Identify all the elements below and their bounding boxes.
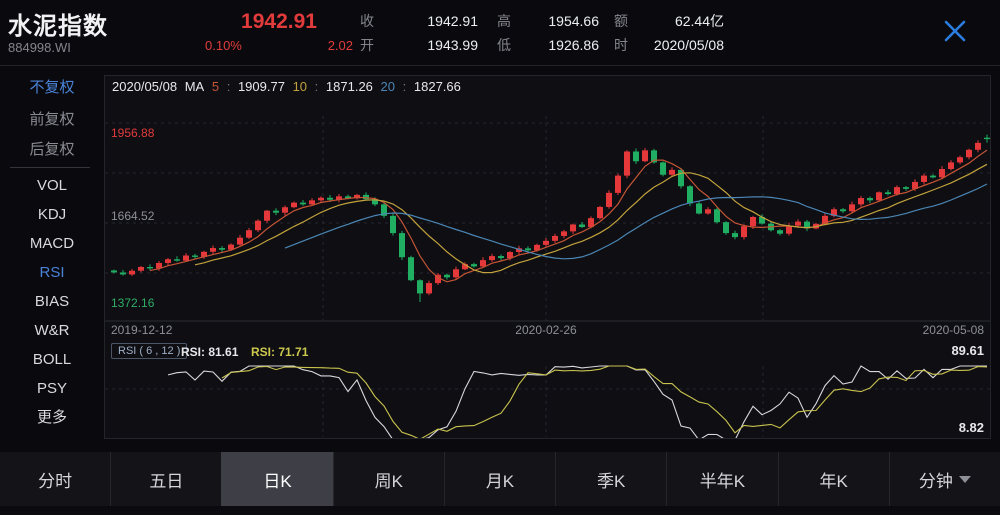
stat-value: 2020/05/08 xyxy=(653,37,724,53)
sidebar-item-psy[interactable]: PSY xyxy=(0,376,104,402)
tab-label: 日K xyxy=(263,471,292,491)
stat-label: 开 xyxy=(360,37,374,53)
stat-label: 收 xyxy=(360,13,374,29)
rsi-scale-min: 8.82 xyxy=(958,420,984,435)
sidebar-divider xyxy=(10,167,90,168)
sidebar-item-more[interactable]: 更多 xyxy=(0,405,104,431)
sidebar-item-wr[interactable]: W&R xyxy=(0,318,104,344)
sidebar-item-vol[interactable]: VOL xyxy=(0,173,104,199)
index-title: 水泥指数 xyxy=(8,13,108,40)
cursor-date: 2020/05/08 xyxy=(112,79,178,94)
ma20-period: 20 xyxy=(380,79,395,94)
stat-value: 62.44亿 xyxy=(674,13,724,29)
x-axis-date-right: 2020-05-08 xyxy=(922,323,984,337)
stat-value: 1943.99 xyxy=(427,37,478,53)
period-tabbar: 分时 五日 日K 周K 月K 季K 半年K 年K 分钟 xyxy=(0,452,1000,506)
tab-label: 季K xyxy=(597,471,626,491)
current-price: 1942.91 xyxy=(241,10,317,33)
stock-app-window: 水泥指数 884998.WI 1942.91 0.10% 2.02 收 1942.… xyxy=(0,0,1000,515)
change-value: 2.02 xyxy=(327,38,353,53)
ma-sep: : xyxy=(226,79,231,94)
sidebar-item-boll[interactable]: BOLL xyxy=(0,347,104,373)
tab-label: 分钟 xyxy=(918,471,953,491)
ma10-value: 1871.26 xyxy=(325,79,373,94)
sidebar-item-macd[interactable]: MACD xyxy=(0,231,104,257)
tab-label: 五日 xyxy=(149,471,184,491)
sidebar-item-kdj[interactable]: KDJ xyxy=(0,202,104,228)
stat-label: 高 xyxy=(497,13,511,29)
x-axis-date-center: 2020-02-26 xyxy=(515,323,577,337)
sidebar-item-fwd-adjust[interactable]: 前复权 xyxy=(0,107,104,133)
tab-weekly-k[interactable]: 周K xyxy=(332,452,444,506)
ma5-value: 1909.77 xyxy=(237,79,285,94)
tabbar-bottom-strip xyxy=(0,506,1000,515)
rsi6-value: RSI: 81.61 xyxy=(181,345,239,359)
tab-five-day[interactable]: 五日 xyxy=(110,452,221,506)
stats-amount-time: 额 62.44亿 时 2020/05/08 xyxy=(614,9,724,57)
tab-minute-line[interactable]: 分时 xyxy=(0,452,110,506)
sidebar-item-back-adjust[interactable]: 后复权 xyxy=(0,137,104,163)
y-axis-label-mid: 1664.52 xyxy=(111,209,155,223)
change-percent: 0.10% xyxy=(205,38,242,53)
ma-sep: : xyxy=(402,79,407,94)
rsi-scale-max: 89.61 xyxy=(951,343,984,358)
kline-chart-canvas[interactable] xyxy=(105,76,990,438)
ma-label: MA xyxy=(184,79,205,94)
y-axis-label-low: 1372.16 xyxy=(111,296,155,310)
index-code: 884998.WI xyxy=(8,40,71,55)
stat-value: 1942.91 xyxy=(427,13,478,29)
tab-monthly-k[interactable]: 月K xyxy=(443,452,555,506)
tab-quarterly-k[interactable]: 季K xyxy=(555,452,666,506)
price-block: 1942.91 0.10% 2.02 xyxy=(203,10,355,53)
stats-high-low: 高 1954.66 低 1926.86 xyxy=(497,9,599,57)
tab-daily-k[interactable]: 日K xyxy=(221,452,333,506)
ma5-period: 5 xyxy=(211,79,220,94)
sidebar-item-no-adjust[interactable]: 不复权 xyxy=(0,75,104,101)
rsi-params-button[interactable]: RSI ( 6 , 12 ) xyxy=(111,343,188,359)
sidebar-item-bias[interactable]: BIAS xyxy=(0,289,104,315)
tab-label: 分时 xyxy=(38,471,73,491)
ma10-period: 10 xyxy=(292,79,308,94)
tab-yearly-k[interactable]: 年K xyxy=(777,452,889,506)
header: 水泥指数 884998.WI 1942.91 0.10% 2.02 收 1942.… xyxy=(0,0,1000,66)
stats-close-open: 收 1942.91 开 1943.99 xyxy=(360,9,478,57)
tab-label: 周K xyxy=(374,471,403,491)
chart-panel: 2020/05/08 MA 5 : 1909.77 10 : 1871.26 2… xyxy=(104,75,991,439)
ma-sep: : xyxy=(314,79,319,94)
y-axis-label-high: 1956.88 xyxy=(111,126,155,140)
stat-label: 额 xyxy=(614,13,628,29)
tab-label: 半年K xyxy=(699,471,746,491)
stat-value: 1954.66 xyxy=(548,13,599,29)
close-icon[interactable] xyxy=(942,18,968,44)
tab-half-year-k[interactable]: 半年K xyxy=(666,452,777,506)
tab-label: 年K xyxy=(819,471,848,491)
ma-legend: 2020/05/08 MA 5 : 1909.77 10 : 1871.26 2… xyxy=(112,79,465,94)
stat-label: 低 xyxy=(497,37,511,53)
sidebar-item-rsi[interactable]: RSI xyxy=(0,260,104,286)
rsi12-value: RSI: 71.71 xyxy=(251,345,309,359)
chevron-down-icon xyxy=(958,475,971,483)
indicator-sidebar: 不复权 前复权 后复权 VOL KDJ MACD RSI BIAS W&R BO… xyxy=(0,67,104,448)
stat-value: 1926.86 xyxy=(548,37,599,53)
ma20-value: 1827.66 xyxy=(413,79,461,94)
tab-label: 月K xyxy=(485,471,515,491)
stat-label: 时 xyxy=(614,37,628,53)
x-axis-date-left: 2019-12-12 xyxy=(111,323,173,337)
tab-minutes-dropdown[interactable]: 分钟 xyxy=(888,452,1000,506)
